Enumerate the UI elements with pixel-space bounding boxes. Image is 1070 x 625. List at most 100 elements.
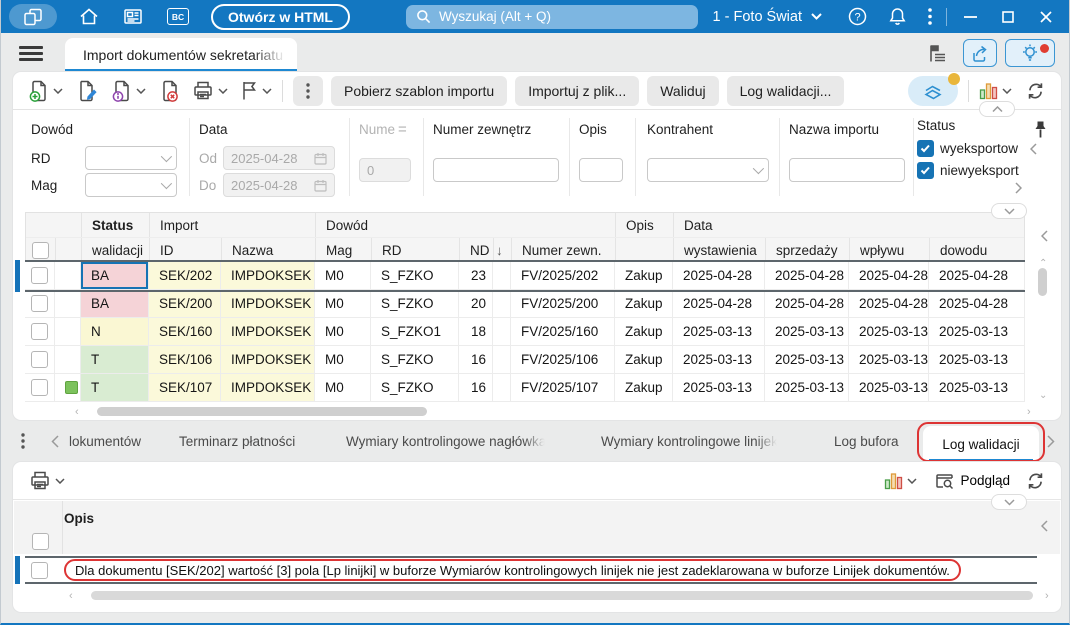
filter-numer-zewn-input[interactable]: [433, 158, 559, 182]
cell-opis[interactable]: Zakup: [615, 346, 673, 374]
help-icon[interactable]: ?: [848, 7, 867, 26]
cell-data-sprzedazy[interactable]: 2025-03-13: [765, 374, 849, 402]
cell-data-wplywu[interactable]: 2025-03-13: [849, 374, 929, 402]
cell-data-sprzedazy[interactable]: 2025-04-28: [765, 262, 849, 290]
cell-import-nazwa[interactable]: IMPDOKSEK: [221, 374, 315, 402]
cell-status-walidacji[interactable]: N: [81, 318, 149, 346]
table-row[interactable]: T SEK/107 IMPDOKSEK M0 S_FZKO 16 FV/2025/107 Za…: [25, 374, 1025, 402]
cell-status-walidacji[interactable]: BA: [81, 290, 149, 318]
cell-data-sprzedazy[interactable]: 2025-04-28: [765, 290, 849, 318]
filter-date-od[interactable]: 2025-04-28: [223, 146, 335, 170]
cell-import-id[interactable]: SEK/160: [149, 318, 221, 346]
row-checkbox[interactable]: [31, 267, 48, 284]
filter-opis-input[interactable]: [579, 158, 623, 182]
cell-rd[interactable]: S_FZKO: [371, 290, 459, 318]
cell-opis[interactable]: Zakup: [615, 262, 673, 290]
log-header-opis[interactable]: Opis: [64, 511, 94, 526]
cell-rd[interactable]: S_FZKO: [371, 374, 459, 402]
new-document-icon[interactable]: [29, 80, 49, 102]
header-group-import[interactable]: Import: [150, 213, 316, 237]
print-icon[interactable]: [29, 470, 51, 491]
share-button[interactable]: [963, 39, 997, 67]
cell-data-wplywu[interactable]: 2025-04-28: [849, 290, 929, 318]
table-row[interactable]: BA SEK/200 IMPDOKSEK M0 S_FZKO 20 FV/2025/200 Z…: [25, 290, 1025, 318]
cell-data-dowodu[interactable]: 2025-03-13: [929, 374, 1025, 402]
status-option-niewyeksportowane[interactable]: niewyeksport: [917, 162, 1024, 179]
delete-document-icon[interactable]: [160, 80, 180, 102]
vertical-scrollbar[interactable]: [1038, 268, 1047, 296]
cell-mag[interactable]: M0: [315, 262, 371, 290]
cell-data-wplywu[interactable]: 2025-04-28: [849, 262, 929, 290]
cell-data-wplywu[interactable]: 2025-03-13: [849, 346, 929, 374]
news-icon[interactable]: [123, 8, 143, 25]
header-sprzedazy[interactable]: sprzedaży: [766, 238, 850, 262]
filter-mag-select[interactable]: [85, 173, 177, 197]
cell-data-dowodu[interactable]: 2025-04-28: [929, 262, 1025, 290]
tab-dokumenty[interactable]: lokumentów: [69, 420, 141, 462]
chart-icon[interactable]: [979, 82, 998, 100]
tab-terminarz-platnosci[interactable]: Terminarz płatności: [179, 420, 295, 462]
select-all-checkbox[interactable]: [32, 241, 49, 259]
table-row[interactable]: BA SEK/202 IMPDOKSEK M0 S_FZKO 23 FV/2025/202 Z…: [15, 260, 1025, 292]
scroll-right-arrow[interactable]: ›: [1045, 590, 1049, 602]
edit-document-icon[interactable]: [77, 80, 98, 102]
more-actions-button[interactable]: [293, 75, 323, 106]
header-group-opis[interactable]: Opis: [616, 213, 674, 237]
cell-numer-zewn[interactable]: FV/2025/107: [511, 374, 615, 402]
flag-icon[interactable]: [240, 80, 258, 101]
cell-mag[interactable]: M0: [315, 346, 371, 374]
cell-mag[interactable]: M0: [315, 318, 371, 346]
cell-import-id[interactable]: SEK/106: [149, 346, 221, 374]
tree-view-icon[interactable]: [927, 43, 949, 64]
header-nazwa[interactable]: Nazwa: [222, 238, 316, 262]
cell-status-walidacji[interactable]: BA: [81, 262, 149, 290]
cell-nd[interactable]: 18: [459, 318, 493, 346]
minimize-button[interactable]: [955, 0, 985, 33]
open-in-html-button[interactable]: Otwórz w HTML: [211, 3, 350, 30]
chevron-down-icon[interactable]: [53, 87, 63, 94]
log-row[interactable]: Dla dokumentu [SEK/202] wartość [3] pola…: [15, 556, 1037, 584]
cell-rd[interactable]: S_FZKO: [371, 346, 459, 374]
header-group-dowod[interactable]: Dowód: [316, 213, 616, 237]
collapse-filter-button[interactable]: [979, 101, 1015, 117]
expand-grid-button[interactable]: [991, 203, 1027, 219]
scroll-right-arrow[interactable]: ›: [1027, 406, 1031, 418]
kebab-menu-icon[interactable]: [928, 8, 932, 25]
cell-opis[interactable]: Zakup: [615, 318, 673, 346]
collapse-side-panel-icon[interactable]: [1041, 230, 1048, 242]
chevron-right-icon[interactable]: [1015, 182, 1022, 194]
header-wplywu[interactable]: wpływu: [850, 238, 930, 262]
cell-data-wystawienia[interactable]: 2025-03-13: [673, 374, 765, 402]
tab-wymiary-linijek[interactable]: Wymiary kontrolingowe linijek: [601, 420, 782, 462]
expand-log-button[interactable]: [991, 494, 1027, 510]
refresh-icon[interactable]: [1026, 82, 1045, 100]
header-id[interactable]: ID: [150, 238, 222, 262]
tab-log-bufora[interactable]: Log bufora: [834, 420, 899, 462]
app-logo-icon[interactable]: [9, 4, 57, 29]
cell-numer-zewn[interactable]: FV/2025/160: [511, 318, 615, 346]
sort-descending-icon[interactable]: ↓: [494, 238, 512, 262]
filter-date-do[interactable]: 2025-04-28: [223, 173, 335, 197]
cell-mag[interactable]: M0: [315, 290, 371, 318]
cell-data-wplywu[interactable]: 2025-03-13: [849, 318, 929, 346]
document-info-icon[interactable]: [112, 80, 132, 102]
cell-opis[interactable]: Zakup: [615, 290, 673, 318]
table-row[interactable]: T SEK/106 IMPDOKSEK M0 S_FZKO 16 FV/2025/106 Za…: [25, 346, 1025, 374]
cell-data-wystawienia[interactable]: 2025-04-28: [673, 290, 765, 318]
header-opis-sub[interactable]: [616, 238, 674, 262]
filter-numer-value[interactable]: 0: [359, 158, 411, 182]
view-mode-button[interactable]: [908, 72, 960, 106]
hamburger-menu-icon[interactable]: [19, 46, 43, 61]
cell-data-sprzedazy[interactable]: 2025-03-13: [765, 346, 849, 374]
cell-nd[interactable]: 20: [459, 290, 493, 318]
checkbox-checked[interactable]: [917, 140, 934, 157]
cell-data-dowodu[interactable]: 2025-03-13: [929, 318, 1025, 346]
row-checkbox[interactable]: [31, 379, 48, 396]
tab-wymiary-naglowka[interactable]: Wymiary kontrolingowe nagłówka: [346, 420, 551, 462]
row-checkbox[interactable]: [31, 561, 48, 579]
header-group-status[interactable]: Status: [82, 213, 150, 237]
pobierz-szablon-button[interactable]: Pobierz szablon importu: [331, 75, 508, 106]
tab-import-dokumentow[interactable]: Import dokumentów sekretariatu: [65, 38, 297, 72]
cell-import-nazwa[interactable]: IMPDOKSEK: [221, 346, 315, 374]
chevron-down-icon[interactable]: [262, 87, 272, 94]
